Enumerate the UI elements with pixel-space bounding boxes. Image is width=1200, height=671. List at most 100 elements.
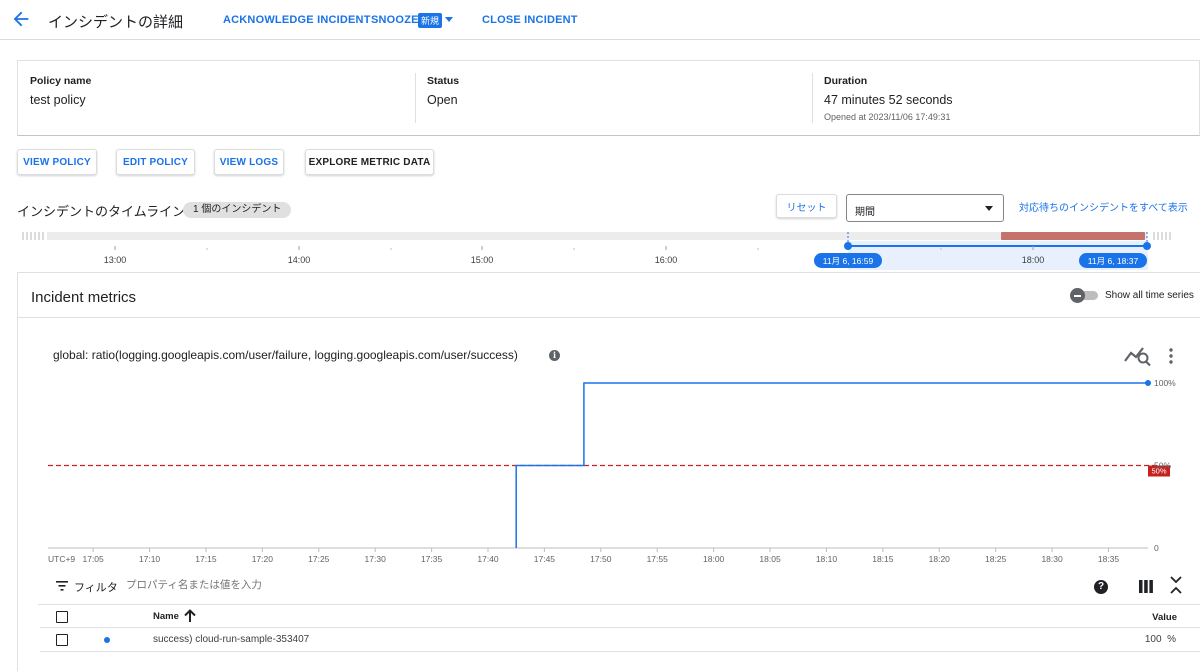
divider bbox=[415, 73, 416, 123]
show-all-open-incidents-link[interactable]: 対応待ちのインシデントをすべて表示 bbox=[1019, 199, 1188, 214]
y-tick-label: 100% bbox=[1154, 378, 1176, 388]
duration-value: 47 minutes 52 seconds bbox=[824, 93, 953, 107]
table-row[interactable]: success) cloud-run-sample-353407 100 % bbox=[40, 628, 1200, 652]
filter-bar: フィルタ ? bbox=[38, 571, 1200, 605]
chart-gridlines bbox=[92, 548, 1110, 552]
chevron-down-icon bbox=[985, 206, 993, 211]
x-tick-label: 17:55 bbox=[647, 554, 669, 564]
metrics-title: Incident metrics bbox=[31, 289, 137, 306]
divider bbox=[812, 73, 813, 123]
incident-count-chip: 1 個のインシデント bbox=[183, 202, 292, 218]
series-value: 100 % bbox=[1145, 634, 1176, 645]
filter-label: フィルタ bbox=[74, 582, 118, 594]
duration-label: Duration bbox=[824, 75, 868, 87]
timeline-title: インシデントのタイムライン bbox=[17, 204, 186, 219]
info-icon[interactable]: i bbox=[549, 350, 560, 361]
x-tick-label: 18:25 bbox=[985, 554, 1007, 564]
status-field: Status Open bbox=[427, 61, 807, 135]
filter-input[interactable] bbox=[126, 579, 426, 591]
x-tick-label: 17:15 bbox=[195, 554, 217, 564]
series-last-point[interactable] bbox=[1145, 380, 1151, 386]
incident-summary-card: Policy name test policy Status Open Dura… bbox=[17, 60, 1200, 136]
view-logs-button[interactable]: VIEW LOGS bbox=[214, 149, 284, 175]
back-arrow-icon[interactable] bbox=[10, 8, 32, 30]
timeline-tick-label: 18:00 bbox=[1022, 255, 1045, 265]
timeline-range-end-handle[interactable] bbox=[1143, 242, 1151, 250]
timeline-left-handle[interactable] bbox=[22, 232, 44, 240]
policy-name-field: Policy name test policy bbox=[30, 61, 410, 135]
row-checkbox[interactable] bbox=[56, 634, 68, 646]
status-value: Open bbox=[427, 93, 458, 107]
edit-policy-button[interactable]: EDIT POLICY bbox=[116, 149, 195, 175]
x-tick-label: 17:05 bbox=[82, 554, 104, 564]
metric-line-chart[interactable]: 50% 0 50% 100% UTC+9 17:05 17:10 17:15 17:20 17… bbox=[18, 368, 1200, 568]
filter-icon[interactable] bbox=[56, 581, 68, 591]
x-tick-label: 17:20 bbox=[252, 554, 274, 564]
x-tick-label: 18:30 bbox=[1041, 554, 1063, 564]
help-icon[interactable]: ? bbox=[1094, 580, 1108, 594]
snooze-dropdown-icon[interactable] bbox=[445, 17, 453, 22]
value-column-header[interactable]: Value bbox=[1152, 612, 1177, 623]
toggle-knob bbox=[1070, 288, 1085, 303]
x-tick-label: 17:30 bbox=[365, 554, 387, 564]
timeline-tick-label: 13:00 bbox=[104, 255, 127, 265]
series-value-number: 100 bbox=[1144, 634, 1162, 645]
view-policy-button[interactable]: VIEW POLICY bbox=[17, 149, 97, 175]
top-bar: インシデントの詳細 ACKNOWLEDGE INCIDENT SNOOZE 新規… bbox=[0, 0, 1200, 40]
collapse-icon[interactable] bbox=[1170, 575, 1182, 595]
explore-metric-data-button[interactable]: EXPLORE METRIC DATA bbox=[305, 149, 434, 175]
x-tick-label: 17:25 bbox=[308, 554, 330, 564]
new-badge: 新規 bbox=[418, 13, 443, 28]
explore-chart-icon[interactable] bbox=[1123, 343, 1153, 367]
reset-button[interactable]: リセット bbox=[776, 194, 837, 218]
select-all-checkbox[interactable] bbox=[56, 611, 68, 623]
status-label: Status bbox=[427, 75, 460, 87]
divider bbox=[18, 317, 1200, 318]
timeline-incident-bar[interactable] bbox=[1001, 232, 1145, 240]
more-vert-icon[interactable] bbox=[1167, 347, 1175, 365]
timezone-label: UTC+9 bbox=[48, 554, 75, 564]
x-axis-labels: UTC+9 17:05 17:10 17:15 17:20 17:25 17:30 17:35… bbox=[48, 554, 1119, 564]
duration-field: Duration 47 minutes 52 seconds Opened at… bbox=[824, 61, 1194, 135]
x-tick-label: 17:50 bbox=[590, 554, 612, 564]
chart-title: global: ratio(logging.googleapis.com/use… bbox=[53, 348, 518, 362]
x-tick-label: 18:15 bbox=[872, 554, 894, 564]
snooze-button[interactable]: SNOOZE bbox=[371, 14, 419, 26]
name-column-header[interactable]: Name bbox=[153, 611, 179, 622]
x-tick-label: 17:10 bbox=[139, 554, 161, 564]
acknowledge-incident-button[interactable]: ACKNOWLEDGE INCIDENT bbox=[223, 14, 371, 26]
x-tick-label: 17:35 bbox=[421, 554, 443, 564]
x-tick-label: 17:45 bbox=[534, 554, 556, 564]
toggle-label: Show all time series bbox=[1105, 290, 1194, 301]
page-title: インシデントの詳細 bbox=[48, 14, 184, 31]
policy-name-label: Policy name bbox=[30, 75, 92, 87]
incident-metrics-panel: Incident metrics Show all time series gl… bbox=[17, 272, 1200, 671]
show-all-time-series-toggle[interactable] bbox=[1070, 288, 1100, 303]
threshold-line: 50% bbox=[48, 464, 1170, 477]
timeline-tick-label: 16:00 bbox=[655, 255, 678, 265]
column-display-icon[interactable] bbox=[1139, 580, 1153, 593]
chart-series bbox=[515, 380, 1151, 548]
timeline-tick-label: 14:00 bbox=[288, 255, 311, 265]
series-name: success) cloud-run-sample-353407 bbox=[153, 634, 310, 645]
y-tick-label: 0 bbox=[1154, 543, 1159, 553]
period-select-value: 期間 bbox=[855, 207, 875, 218]
sort-ascending-icon[interactable] bbox=[184, 609, 196, 623]
policy-name-value: test policy bbox=[30, 93, 86, 107]
timeline-track bbox=[47, 232, 1147, 240]
x-tick-label: 18:00 bbox=[703, 554, 725, 564]
y-axis-labels: 0 50% 100% bbox=[1154, 378, 1176, 553]
series-value-unit: % bbox=[1167, 634, 1176, 645]
timeline-range-start-handle[interactable] bbox=[844, 242, 852, 250]
x-tick-label: 18:10 bbox=[816, 554, 838, 564]
range-end-label: 11月 6, 18:37 bbox=[1088, 256, 1139, 266]
timeline-right-handle[interactable] bbox=[1153, 232, 1171, 240]
incident-timeline[interactable]: 13:00 14:00 15:00 16:00 18:00 11月 6, 16:59 1… bbox=[0, 226, 1200, 272]
x-tick-label: 17:40 bbox=[477, 554, 499, 564]
range-start-label: 11月 6, 16:59 bbox=[823, 256, 874, 266]
y-tick-label: 50% bbox=[1154, 461, 1171, 471]
series-color-dot bbox=[104, 637, 110, 643]
close-incident-button[interactable]: CLOSE INCIDENT bbox=[482, 14, 578, 26]
table-header: Name Value bbox=[40, 606, 1200, 628]
period-select[interactable]: 期間 bbox=[846, 194, 1004, 222]
